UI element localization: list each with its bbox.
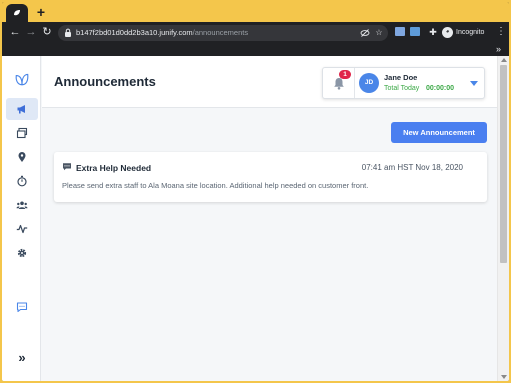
avatar: JD bbox=[359, 73, 379, 93]
back-arrow-icon[interactable]: ← bbox=[8, 25, 22, 39]
stopwatch-icon bbox=[17, 175, 27, 187]
url-path: /announcements bbox=[192, 28, 249, 37]
app-page: » Announcements 1 JD Jane Doe Total Toda… bbox=[2, 56, 509, 381]
notifications-button[interactable]: 1 bbox=[323, 68, 355, 98]
total-today-timer: 00:00:00 bbox=[426, 85, 455, 92]
star-icon[interactable]: ☆ bbox=[374, 28, 384, 38]
incognito-icon: ◕ bbox=[442, 27, 453, 38]
reload-icon[interactable]: ↻ bbox=[40, 25, 54, 39]
eye-slash-icon[interactable] bbox=[360, 28, 370, 38]
users-icon bbox=[16, 201, 28, 209]
app-logo[interactable] bbox=[6, 68, 38, 90]
extensions-puzzle-icon[interactable]: ✚ bbox=[426, 25, 440, 39]
new-announcement-button[interactable]: New Announcement bbox=[391, 122, 487, 143]
bookmarks-overflow-button[interactable]: » bbox=[496, 44, 501, 55]
scroll-thumb[interactable] bbox=[500, 65, 507, 263]
announcement-timestamp: 07:41 am HST Nov 18, 2020 bbox=[361, 163, 463, 172]
notification-count-badge: 1 bbox=[339, 70, 351, 79]
activity-icon bbox=[16, 224, 28, 234]
address-bar[interactable]: b147f2bd01d0dd2b3a10.junify.com/announce… bbox=[58, 25, 388, 41]
sidebar-item-team[interactable] bbox=[6, 194, 38, 216]
page-title: Announcements bbox=[54, 74, 156, 89]
scroll-up-arrow-icon[interactable] bbox=[501, 58, 507, 62]
leaf-logo-icon bbox=[15, 73, 29, 86]
browser-tab[interactable] bbox=[6, 4, 28, 22]
url-host: b147f2bd01d0dd2b3a10.junify.com bbox=[76, 28, 193, 37]
sidebar: » bbox=[2, 56, 41, 381]
announcement-card[interactable]: Extra Help Needed 07:41 am HST Nov 18, 2… bbox=[54, 152, 487, 202]
sidebar-item-locations[interactable] bbox=[6, 146, 38, 168]
user-card[interactable]: 1 JD Jane Doe Total Today 00:00:00 bbox=[322, 67, 485, 99]
stacked-windows-icon bbox=[16, 127, 28, 139]
total-today-label: Total Today bbox=[384, 85, 420, 92]
announcement-body: Please send extra staff to Ala Moana sit… bbox=[62, 181, 369, 190]
browser-toolbar: ← → ↻ b147f2bd01d0dd2b3a10.junify.com/an… bbox=[2, 22, 509, 44]
sidebar-item-settings[interactable] bbox=[6, 242, 38, 264]
sidebar-item-timer[interactable] bbox=[6, 170, 38, 192]
sidebar-item-windows[interactable] bbox=[6, 122, 38, 144]
incognito-indicator[interactable]: ◕ Incognito bbox=[442, 26, 484, 39]
sidebar-item-activity[interactable] bbox=[6, 218, 38, 240]
page-header: Announcements 1 JD Jane Doe Total Today … bbox=[42, 56, 497, 108]
chat-icon bbox=[16, 302, 28, 313]
new-tab-button[interactable]: + bbox=[33, 4, 49, 20]
message-bubble-icon bbox=[63, 163, 71, 171]
browser-menu-icon[interactable]: ⋮ bbox=[496, 25, 506, 39]
extension-1-icon[interactable] bbox=[395, 27, 405, 36]
double-chevron-right-icon[interactable]: » bbox=[6, 346, 38, 368]
tab-strip: + bbox=[2, 2, 509, 22]
gear-icon bbox=[17, 248, 27, 258]
scroll-down-arrow-icon[interactable] bbox=[501, 375, 507, 379]
sidebar-item-chat[interactable] bbox=[6, 296, 38, 318]
site-favicon-icon bbox=[14, 10, 20, 16]
bookmarks-bar: » bbox=[2, 44, 509, 56]
announcement-title: Extra Help Needed bbox=[76, 163, 152, 173]
page-scrollbar[interactable] bbox=[497, 56, 509, 381]
sidebar-item-announcements[interactable] bbox=[6, 98, 38, 120]
lock-icon bbox=[65, 28, 71, 37]
browser-window: + ← → ↻ b147f2bd01d0dd2b3a10.junify.com/… bbox=[2, 2, 509, 381]
map-pin-icon bbox=[18, 152, 26, 162]
user-name: Jane Doe bbox=[384, 73, 418, 82]
chevron-down-icon[interactable] bbox=[470, 81, 478, 86]
forward-arrow-icon[interactable]: → bbox=[24, 25, 38, 39]
url-text: b147f2bd01d0dd2b3a10.junify.com/announce… bbox=[76, 27, 248, 39]
extension-2-icon[interactable] bbox=[410, 27, 420, 36]
megaphone-icon bbox=[17, 105, 25, 114]
incognito-label: Incognito bbox=[456, 29, 485, 36]
